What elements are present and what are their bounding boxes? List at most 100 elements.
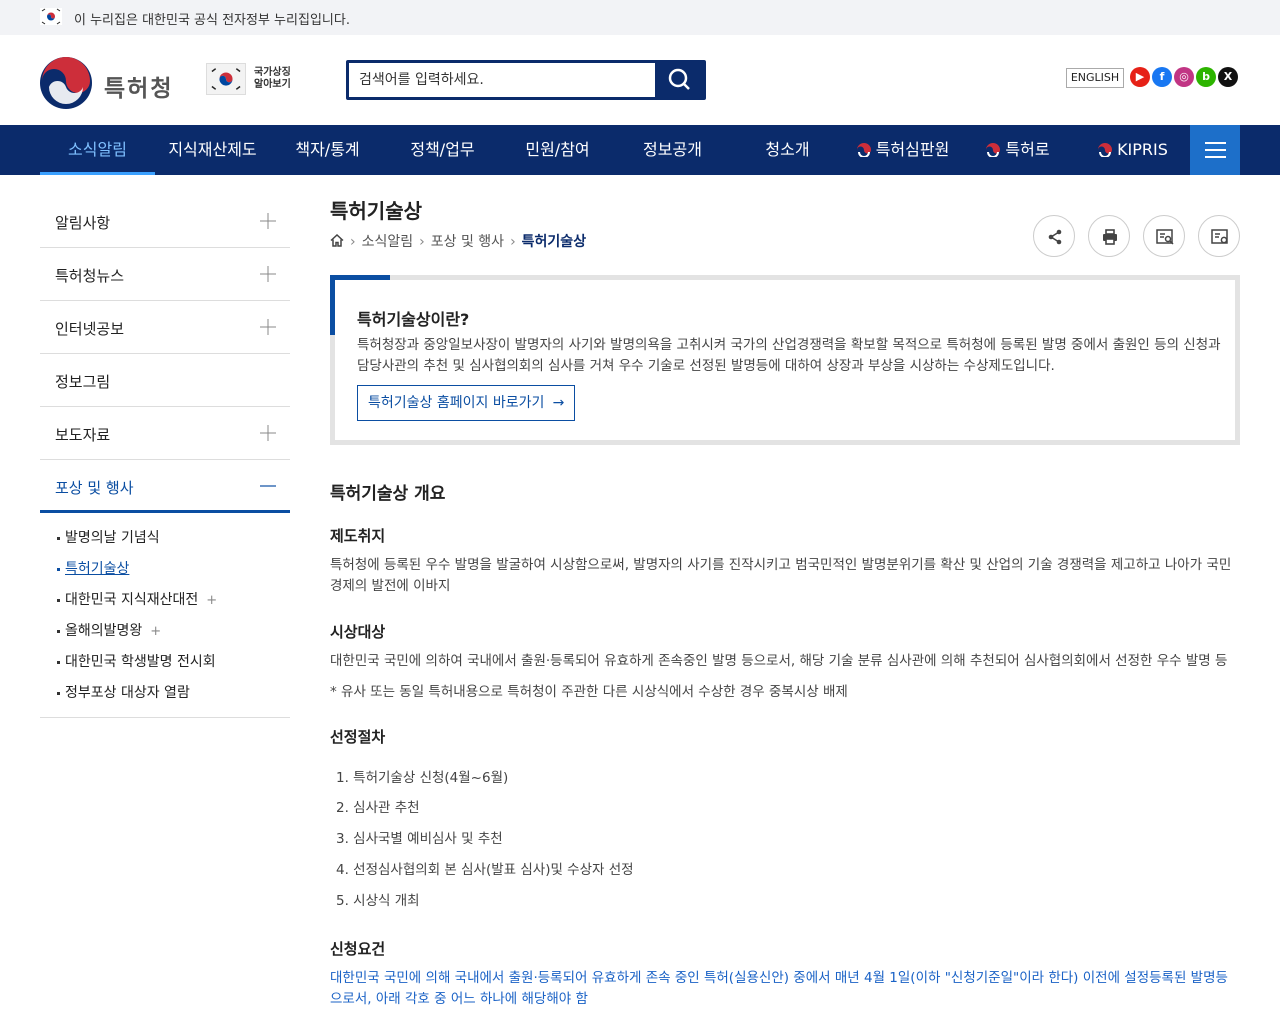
settings-button[interactable] bbox=[1198, 215, 1240, 257]
national-symbol-link[interactable]: 국가상징 알아보기 bbox=[206, 63, 296, 97]
sidebar-item-awards[interactable]: 포상 및 행사 bbox=[40, 460, 290, 513]
viewer-button[interactable] bbox=[1143, 215, 1185, 257]
search-box bbox=[346, 60, 706, 100]
sidebar-item-kipo-news[interactable]: 특허청뉴스 bbox=[40, 248, 290, 301]
plus-icon bbox=[260, 266, 276, 282]
submenu-gov-award-list[interactable]: 정부포상 대상자 열람 bbox=[40, 678, 290, 709]
nav-link-kipris[interactable]: KIPRIS bbox=[1075, 125, 1190, 175]
search-icon bbox=[668, 68, 690, 90]
sidebar-item-label: 특허청뉴스 bbox=[55, 267, 125, 285]
nav-about[interactable]: 청소개 bbox=[730, 125, 845, 175]
all-menu-button[interactable] bbox=[1190, 125, 1240, 175]
submenu-ip-fair[interactable]: 대한민국 지식재산대전 + bbox=[40, 585, 290, 616]
english-button[interactable]: ENGLISH bbox=[1066, 68, 1124, 88]
share-button[interactable] bbox=[1033, 215, 1075, 257]
sidebar-item-gazette[interactable]: 인터넷공보 bbox=[40, 301, 290, 354]
symbol-label-2: 알아보기 bbox=[254, 79, 291, 90]
purpose-title: 제도취지 bbox=[330, 527, 386, 545]
nav-civil[interactable]: 민원/참여 bbox=[500, 125, 615, 175]
breadcrumb-current: 특허기술상 bbox=[521, 234, 587, 250]
taegukgi-icon bbox=[206, 63, 246, 95]
hamburger-icon bbox=[1205, 142, 1226, 144]
print-button[interactable] bbox=[1088, 215, 1130, 257]
sidebar-item-label: 정보그림 bbox=[55, 373, 111, 391]
sidebar-item-press[interactable]: 보도자료 bbox=[40, 407, 290, 460]
sidebar-item-label: 보도자료 bbox=[55, 426, 111, 444]
sidebar-item-label: 알림사항 bbox=[55, 214, 111, 232]
plus-icon bbox=[260, 319, 276, 335]
award-homepage-link[interactable]: 특허기술상 홈페이지 바로가기 → bbox=[357, 385, 576, 421]
emblem-icon bbox=[986, 143, 1001, 157]
list-item: 3. 심사국별 예비심사 및 추천 bbox=[336, 831, 503, 847]
blog-icon[interactable]: b bbox=[1196, 67, 1216, 87]
list-item: 2. 심사관 추천 bbox=[336, 800, 420, 816]
emblem-icon bbox=[856, 143, 871, 157]
nav-link-ipt[interactable]: 특허심판원 bbox=[845, 125, 960, 175]
document-settings-icon bbox=[1211, 229, 1228, 244]
target-note: * 유사 또는 동일 특허내용으로 특허청이 주관한 다른 시상식에서 수상한 … bbox=[330, 684, 848, 700]
list-item: 5. 시상식 개최 bbox=[336, 893, 420, 909]
submenu-inventor-of-year[interactable]: 올해의발명왕 + bbox=[40, 616, 290, 647]
gov-banner: 이 누리집은 대한민국 공식 전자정부 누리집입니다. bbox=[0, 0, 1280, 35]
symbol-label-1: 국가상징 bbox=[254, 67, 291, 78]
header: 특허청 국가상징 알아보기 ENGLISH ▶ f ◎ b X bbox=[0, 35, 1280, 125]
intro-box: 특허기술상이란? 특허청장과 중앙일보사장이 발명자의 사기와 발명의욕을 고취… bbox=[330, 275, 1240, 445]
government-emblem-icon bbox=[40, 57, 92, 109]
minus-icon bbox=[260, 485, 276, 487]
sidebar-submenu: 발명의날 기념식 특허기술상 대한민국 지식재산대전 + 올해의발명왕 + 대한민국… bbox=[40, 513, 290, 718]
plus-icon: + bbox=[206, 593, 218, 608]
submenu-patent-tech-award[interactable]: 특허기술상 bbox=[40, 554, 290, 585]
print-icon bbox=[1103, 229, 1117, 245]
logo-text: 특허청 bbox=[104, 76, 174, 102]
sidebar-item-label: 포상 및 행사 bbox=[55, 479, 134, 497]
nav-ip-system[interactable]: 지식재산제도 bbox=[155, 125, 270, 175]
plus-icon: + bbox=[150, 624, 162, 639]
instagram-icon[interactable]: ◎ bbox=[1174, 67, 1194, 87]
search-button[interactable] bbox=[655, 63, 703, 97]
requirements-title: 신청요건 bbox=[330, 940, 386, 958]
list-item: 4. 선정심사협의회 본 심사(발표 심사)및 수상자 선정 bbox=[336, 862, 634, 878]
main-navigation: 소식알림 지식재산제도 책자/통계 정책/업무 민원/참여 정보공개 청소개 특… bbox=[0, 125, 1280, 175]
nav-publications[interactable]: 책자/통계 bbox=[270, 125, 385, 175]
intro-title: 특허기술상이란? bbox=[357, 310, 470, 329]
nav-news[interactable]: 소식알림 bbox=[40, 125, 155, 175]
x-icon[interactable]: X bbox=[1218, 67, 1238, 87]
nav-link-ipt-label: 특허심판원 bbox=[875, 140, 950, 159]
share-icon bbox=[1048, 229, 1062, 245]
sidebar-item-label: 인터넷공보 bbox=[55, 320, 125, 338]
nav-link-kipris-label: KIPRIS bbox=[1117, 140, 1168, 159]
main-content: 특허기술상 › 소식알림 › 포상 및 행사 › 특허기술상 특허기술상이란? 특허청장과… bbox=[330, 195, 1240, 1007]
submenu-invention-day[interactable]: 발명의날 기념식 bbox=[40, 523, 290, 554]
nav-link-patentro[interactable]: 특허로 bbox=[960, 125, 1075, 175]
overview-title: 특허기술상 개요 bbox=[330, 484, 446, 504]
plus-icon bbox=[260, 425, 276, 441]
purpose-text: 특허청에 등록된 우수 발명을 발굴하여 시상함으로써, 발명자의 사기를 진작… bbox=[330, 557, 1232, 594]
youtube-icon[interactable]: ▶ bbox=[1130, 67, 1150, 87]
sidebar-item-notices[interactable]: 알림사항 bbox=[40, 195, 290, 248]
side-navigation: 알림사항 특허청뉴스 인터넷공보 정보그림 보도자료 포상 및 행사 발명의날 … bbox=[40, 195, 290, 718]
intro-text: 특허청장과 중앙일보사장이 발명자의 사기와 발명의욕을 고취시켜 국가의 산업… bbox=[357, 337, 1221, 374]
search-input[interactable] bbox=[349, 63, 659, 97]
breadcrumb: › 소식알림 › 포상 및 행사 › 특허기술상 bbox=[330, 231, 586, 251]
breadcrumb-item[interactable]: 포상 및 행사 bbox=[431, 234, 504, 250]
requirements-text: 대한민국 국민에 의해 국내에서 출원·등록되어 유효하게 존속 중인 특허(실… bbox=[330, 970, 1228, 1007]
nav-disclosure[interactable]: 정보공개 bbox=[615, 125, 730, 175]
nav-policy[interactable]: 정책/업무 bbox=[385, 125, 500, 175]
list-item: 1. 특허기술상 신청(4월~6월) bbox=[336, 770, 509, 786]
gov-banner-text: 이 누리집은 대한민국 공식 전자정부 누리집입니다. bbox=[74, 13, 350, 28]
nav-link-patentro-label: 특허로 bbox=[1005, 140, 1050, 159]
submenu-student-exhibition[interactable]: 대한민국 학생발명 전시회 bbox=[40, 647, 290, 678]
sidebar-item-infographics[interactable]: 정보그림 bbox=[40, 354, 290, 407]
facebook-icon[interactable]: f bbox=[1152, 67, 1172, 87]
home-icon[interactable] bbox=[330, 234, 344, 247]
arrow-right-icon: → bbox=[552, 395, 565, 411]
emblem-icon bbox=[1098, 143, 1113, 157]
korea-flag-icon bbox=[40, 8, 62, 25]
kipo-logo[interactable]: 특허청 bbox=[40, 57, 180, 113]
plus-icon bbox=[260, 213, 276, 229]
target-title: 시상대상 bbox=[330, 623, 386, 641]
breadcrumb-item[interactable]: 소식알림 bbox=[362, 234, 414, 250]
award-homepage-label: 특허기술상 홈페이지 바로가기 bbox=[368, 395, 545, 411]
document-search-icon bbox=[1156, 229, 1174, 245]
target-text: 대한민국 국민에 의하여 국내에서 출원·등록되어 유효하게 존속중인 발명 등… bbox=[330, 653, 1228, 669]
